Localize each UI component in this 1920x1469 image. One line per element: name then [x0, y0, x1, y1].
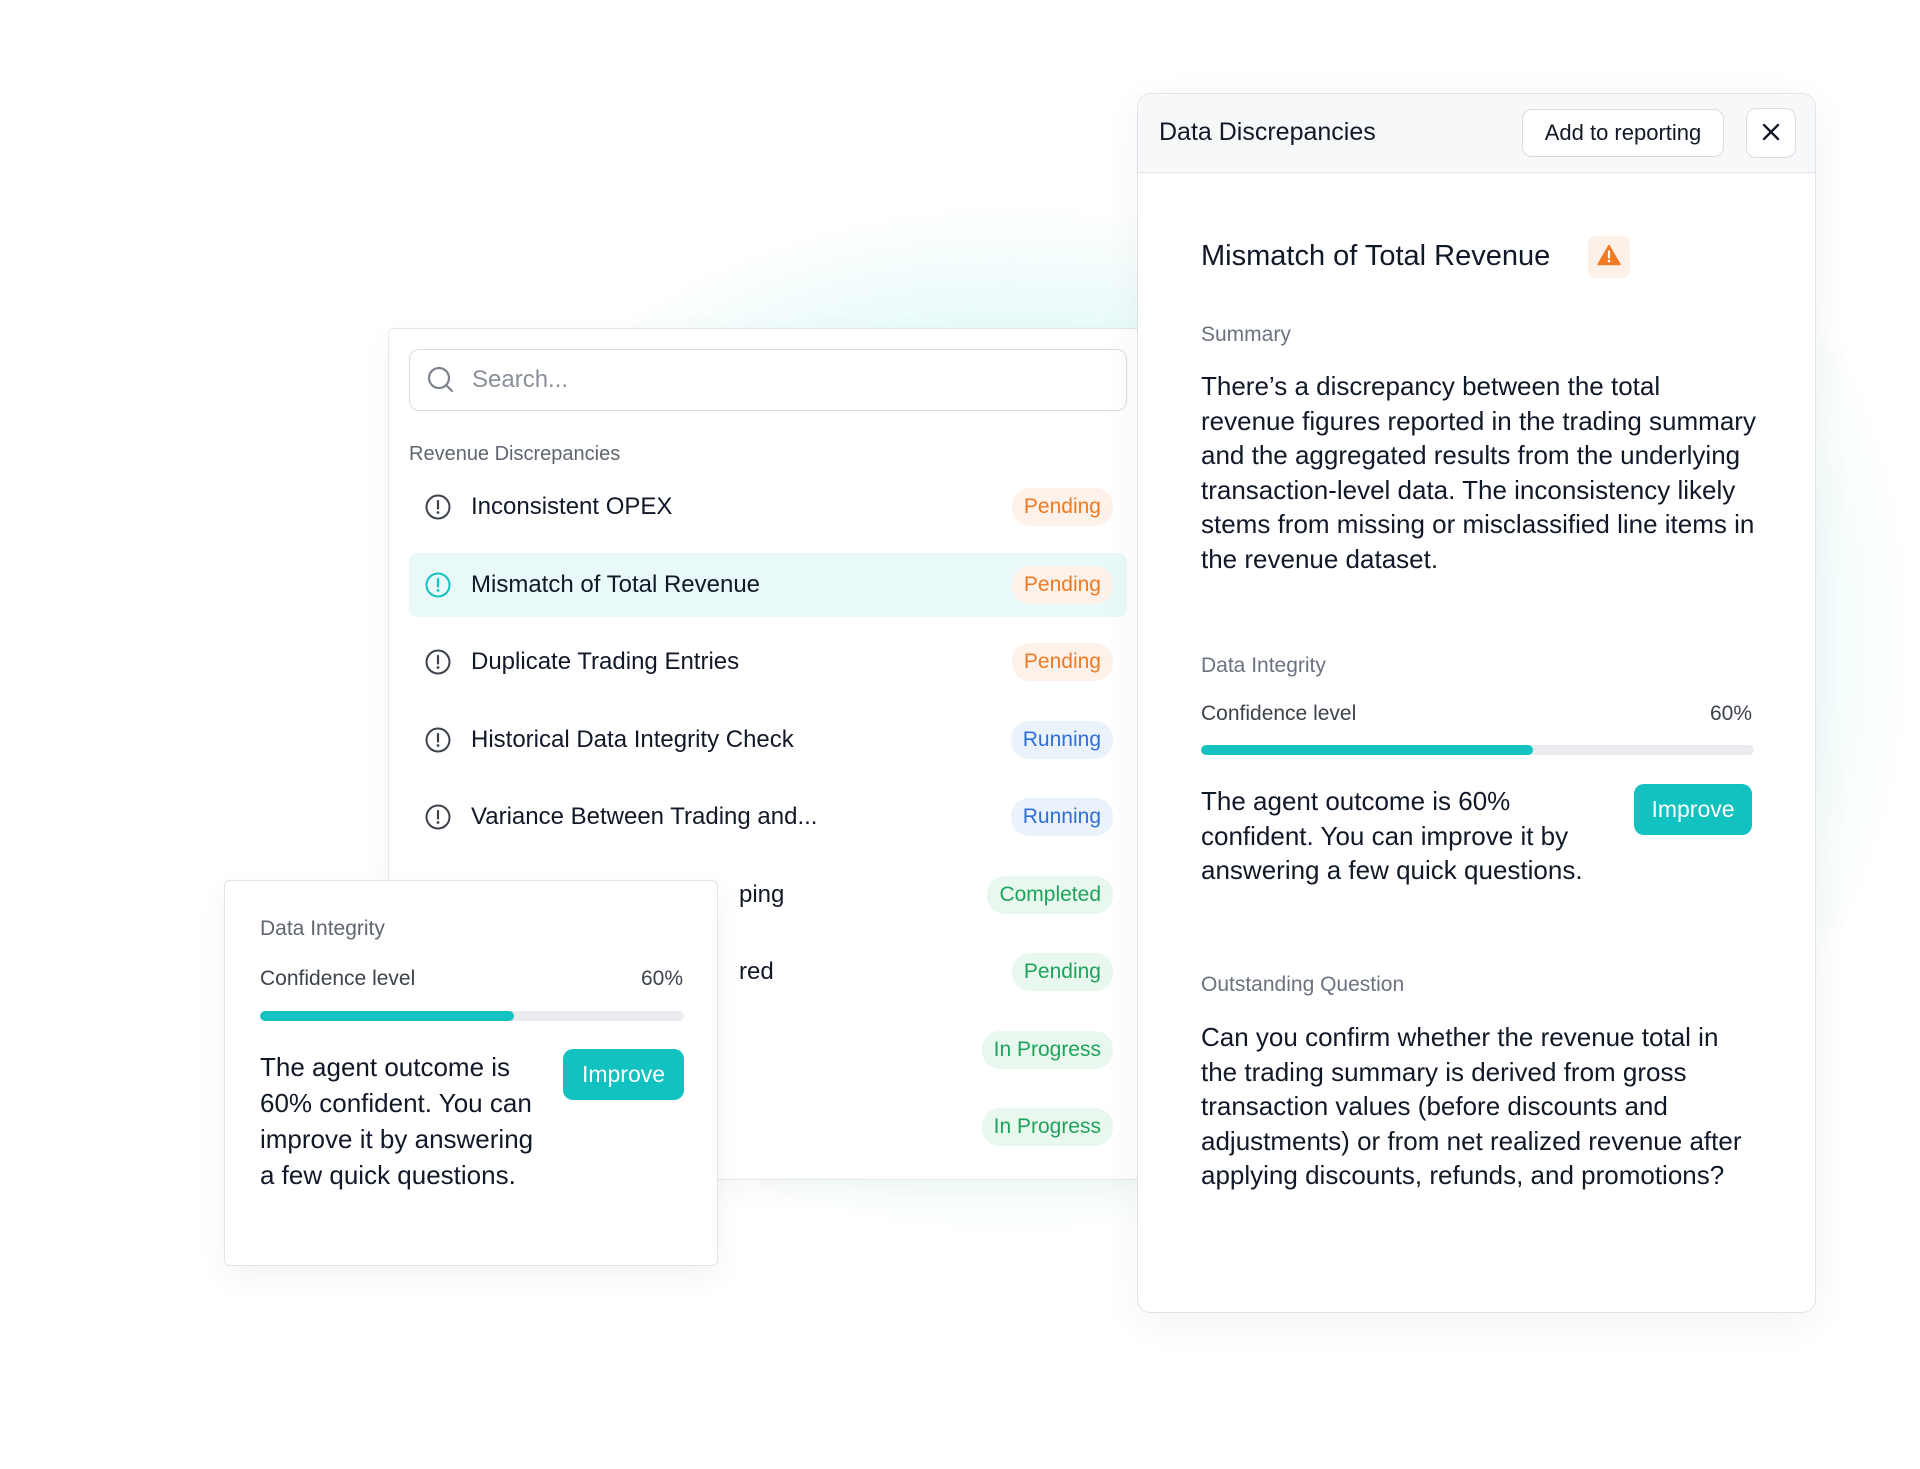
integrity-label: Data Integrity [1201, 654, 1326, 677]
status-badge: Pending [1011, 953, 1113, 991]
search-box[interactable] [409, 349, 1127, 411]
confidence-label: Confidence level [260, 967, 416, 990]
confidence-progress-fill [260, 1011, 515, 1021]
improve-button[interactable]: Improve [563, 1049, 684, 1100]
summary-text: There’s a discrepancy between the total … [1201, 371, 1756, 574]
warning-badge [1588, 236, 1630, 278]
alert-circle-icon [423, 570, 453, 600]
discrepancy-detail-panel: Data Discrepancies Add to reporting Mism… [1137, 93, 1816, 1313]
confidence-progress-bar [1201, 745, 1754, 755]
list-item-label: Variance Between Trading and... [471, 803, 818, 830]
agent-outcome-text: The agent outcome is 60% confident. You … [260, 1052, 534, 1190]
improve-button[interactable]: Improve [1634, 784, 1752, 835]
close-icon [1761, 122, 1781, 145]
search-icon [426, 365, 456, 395]
list-item-label: Historical Data Integrity Check [471, 726, 794, 753]
status-badge: Running [1010, 721, 1113, 759]
group-label: Revenue Discrepancies [409, 443, 621, 465]
list-item-mismatch-total-revenue[interactable]: Mismatch of Total Revenue Pending [409, 553, 1127, 617]
confidence-label: Confidence level [1201, 702, 1357, 725]
close-button[interactable] [1746, 108, 1796, 158]
list-item-label: Inconsistent OPEX [471, 493, 673, 520]
confidence-progress-bar [260, 1011, 684, 1021]
status-badge: Pending [1011, 566, 1113, 604]
alert-circle-icon [423, 647, 453, 677]
status-badge: In Progress [981, 1031, 1113, 1069]
list-item-inconsistent-opex[interactable]: Inconsistent OPEX Pending [409, 475, 1127, 539]
outstanding-question-text: Can you confirm whether the revenue tota… [1201, 1022, 1742, 1190]
summary-label: Summary [1201, 323, 1291, 346]
card-title: Data Integrity [260, 917, 385, 940]
detail-header: Data Discrepancies Add to reporting [1138, 94, 1815, 173]
discrepancy-heading: Mismatch of Total Revenue [1201, 240, 1551, 272]
panel-title: Data Discrepancies [1159, 118, 1376, 146]
status-badge: Pending [1011, 643, 1113, 681]
alert-circle-icon [423, 725, 453, 755]
outstanding-question-label: Outstanding Question [1201, 973, 1405, 996]
alert-circle-icon [423, 802, 453, 832]
warning-triangle-icon [1597, 244, 1621, 271]
status-badge: Completed [987, 876, 1113, 914]
list-item-label: Duplicate Trading Entries [471, 648, 740, 675]
list-item-label: Mismatch of Total Revenue [471, 571, 761, 598]
confidence-value: 60% [1709, 702, 1752, 725]
agent-outcome-text: The agent outcome is 60% confident. You … [1201, 786, 1583, 885]
data-integrity-card: Data Integrity Confidence level 60% The … [224, 880, 718, 1266]
alert-circle-icon [423, 492, 453, 522]
list-item-duplicate-trading-entries[interactable]: Duplicate Trading Entries Pending [409, 630, 1127, 694]
list-item-historical-data-integrity[interactable]: Historical Data Integrity Check Running [409, 708, 1127, 772]
search-input[interactable] [470, 365, 1094, 395]
add-to-reporting-button[interactable]: Add to reporting [1522, 109, 1724, 157]
status-badge: Pending [1011, 488, 1113, 526]
status-badge: Running [1010, 798, 1113, 836]
confidence-progress-fill [1201, 745, 1533, 755]
status-badge: In Progress [981, 1108, 1113, 1146]
list-item-variance-between-trading[interactable]: Variance Between Trading and... Running [409, 785, 1127, 849]
confidence-value: 60% [640, 967, 683, 990]
